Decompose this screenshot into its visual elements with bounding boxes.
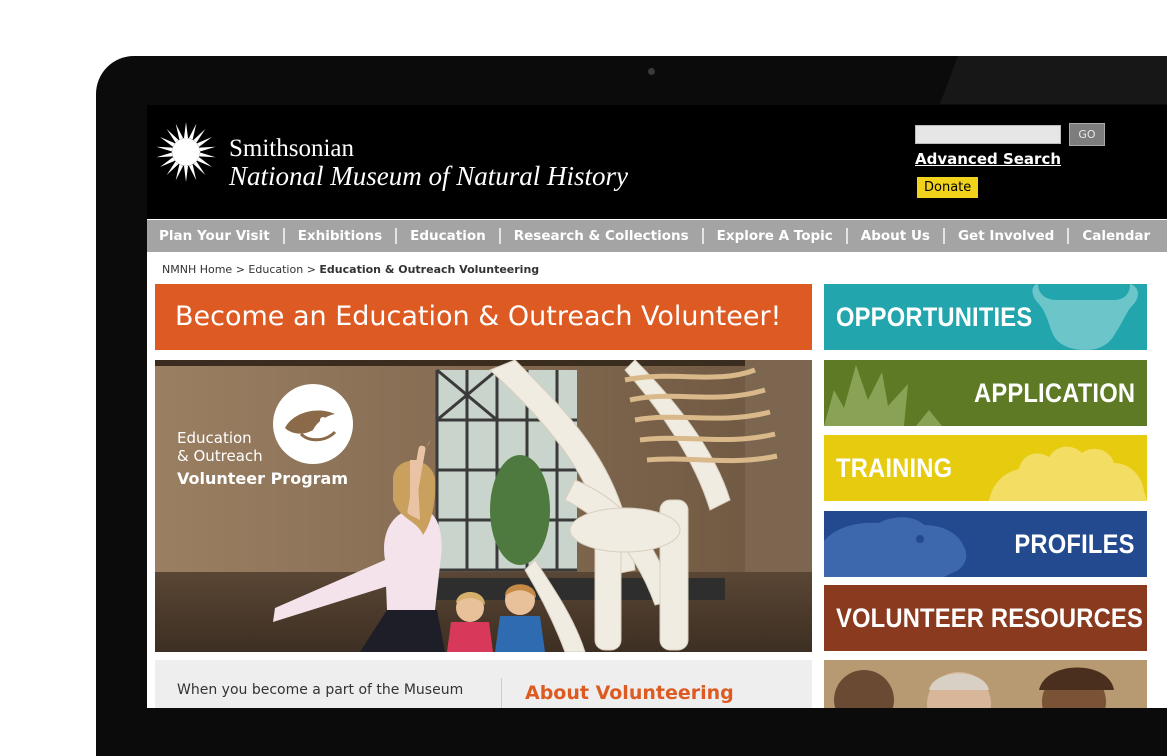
- opportunities-tile[interactable]: OPPORTUNITIES: [824, 284, 1147, 350]
- brand-line-2[interactable]: National Museum of Natural History: [229, 161, 628, 192]
- breadcrumb-home[interactable]: NMNH Home: [162, 263, 232, 276]
- site-header: Smithsonian National Museum of Natural H…: [147, 105, 1167, 219]
- application-label: APPLICATION: [973, 378, 1135, 408]
- breadcrumb-current: Education & Outreach Volunteering: [319, 263, 540, 276]
- donate-button[interactable]: Donate: [917, 177, 979, 198]
- intro-paragraph: When you become a part of the Museum: [177, 682, 464, 698]
- program-logo-icon: [273, 384, 353, 464]
- breadcrumb-separator: >: [306, 263, 316, 276]
- volunteers-photo[interactable]: [824, 660, 1147, 708]
- application-tile[interactable]: APPLICATION: [824, 360, 1147, 426]
- nav-item-exhibitions[interactable]: Exhibitions: [285, 228, 398, 244]
- nav-item-explore-a-topic[interactable]: Explore A Topic: [704, 228, 848, 244]
- monitor-glare: [940, 56, 1167, 104]
- volunteer-resources-label: VOLUNTEER RESOURCES: [836, 603, 1143, 633]
- program-name-line-1: Education: [177, 429, 252, 447]
- smithsonian-sun-logo-icon[interactable]: [155, 121, 217, 183]
- webcam-icon: [648, 68, 655, 75]
- breadcrumb: NMNH Home > Education > Education & Outr…: [162, 263, 539, 276]
- page-title-banner: Become an Education & Outreach Volunteer…: [155, 284, 812, 350]
- advanced-search-link[interactable]: Advanced Search: [915, 150, 1061, 168]
- breadcrumb-education[interactable]: Education: [248, 263, 303, 276]
- nav-item-education[interactable]: Education: [397, 228, 501, 244]
- nav-item-get-involved[interactable]: Get Involved: [945, 228, 1070, 244]
- hero-photo: [155, 360, 812, 652]
- about-volunteering-heading: About Volunteering: [525, 682, 734, 704]
- program-name-line-3: Volunteer Program: [177, 469, 348, 488]
- intro-section: When you become a part of the Museum Abo…: [155, 660, 812, 708]
- program-name-line-2: & Outreach: [177, 447, 263, 465]
- search-go-button[interactable]: GO: [1069, 123, 1105, 146]
- nav-item-research-collections[interactable]: Research & Collections: [501, 228, 704, 244]
- hero-image: Education & Outreach Volunteer Program: [155, 360, 812, 652]
- nav-item-plan-your-visit[interactable]: Plan Your Visit: [147, 228, 285, 244]
- profiles-label: PROFILES: [1014, 529, 1135, 559]
- main-nav: Plan Your Visit Exhibitions Education Re…: [147, 220, 1167, 252]
- training-tile[interactable]: TRAINING: [824, 435, 1147, 501]
- training-label: TRAINING: [836, 453, 953, 483]
- volunteers-photo-image: [824, 660, 1147, 708]
- search-input[interactable]: [915, 125, 1061, 144]
- browser-screen: Smithsonian National Museum of Natural H…: [147, 105, 1167, 708]
- nav-item-about-us[interactable]: About Us: [848, 228, 945, 244]
- section-divider: [501, 678, 502, 708]
- nav-item-calendar[interactable]: Calendar: [1069, 228, 1163, 244]
- opportunities-label: OPPORTUNITIES: [836, 302, 1033, 332]
- volunteer-resources-tile[interactable]: VOLUNTEER RESOURCES: [824, 585, 1147, 651]
- brand-line-1[interactable]: Smithsonian: [229, 135, 354, 163]
- profiles-tile[interactable]: PROFILES: [824, 511, 1147, 577]
- breadcrumb-separator: >: [235, 263, 245, 276]
